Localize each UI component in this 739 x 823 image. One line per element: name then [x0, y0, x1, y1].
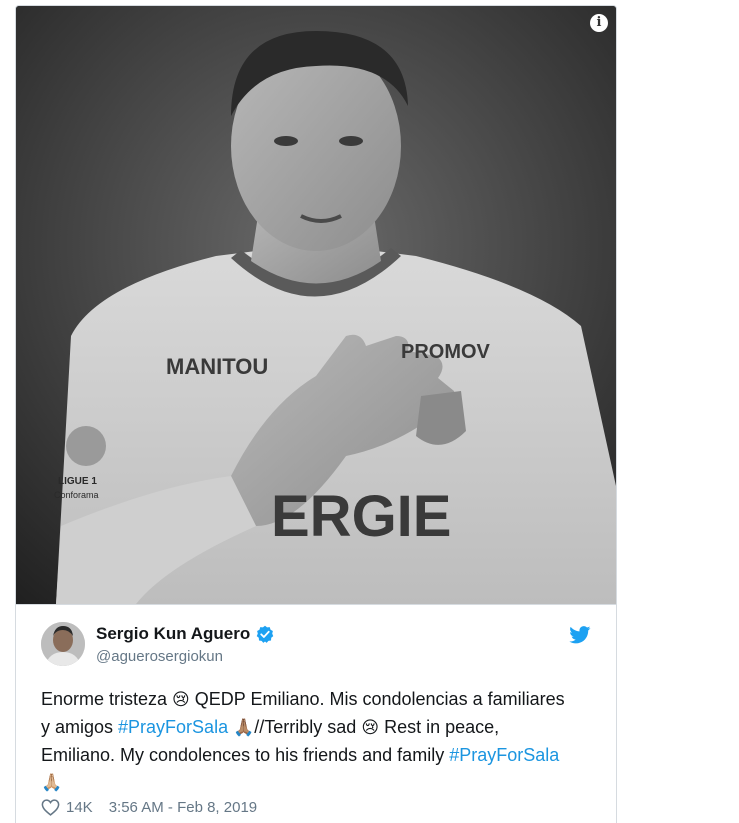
info-icon[interactable]: i	[590, 14, 608, 32]
twitter-bird-icon[interactable]	[569, 626, 591, 644]
tweet-footer: 14K 3:56 AM - Feb 8, 2019	[41, 799, 257, 816]
player-photo-illustration: MANITOU ERGIE PROMOV LIGUE 1 Conforama	[16, 6, 616, 604]
author-name-row[interactable]: Sergio Kun Aguero	[96, 624, 274, 644]
jersey-sponsor-ergie: ERGIE	[271, 484, 452, 549]
jersey-sponsor-manitou: MANITOU	[166, 354, 268, 379]
author-display-name[interactable]: Sergio Kun Aguero	[96, 624, 250, 644]
verified-badge-icon	[257, 625, 274, 643]
folded-hands-icon: 🙏🏼	[41, 773, 63, 793]
folded-hands-icon: 🙏🏽	[233, 718, 255, 738]
tweet-timestamp[interactable]: 3:56 AM - Feb 8, 2019	[109, 799, 257, 816]
tweet-card: MANITOU ERGIE PROMOV LIGUE 1 Conforama i…	[15, 5, 617, 823]
tweet-photo[interactable]: MANITOU ERGIE PROMOV LIGUE 1 Conforama i	[16, 6, 616, 604]
tweet-text: Enorme tristeza 😢 QEDP Emiliano. Mis con…	[41, 686, 571, 797]
club-crest	[416, 391, 466, 445]
tweet-text-part: Enorme tristeza	[41, 689, 173, 709]
author-handle[interactable]: @aguerosergiokun	[96, 648, 223, 665]
conforama-text: Conforama	[54, 490, 99, 500]
like-count[interactable]: 14K	[66, 799, 93, 816]
avatar[interactable]	[41, 622, 85, 666]
jersey-sponsor-promov: PROMOV	[401, 341, 491, 363]
crying-face-icon: 😢	[361, 718, 380, 738]
hashtag-link[interactable]: #PrayForSala	[118, 717, 228, 737]
avatar-image	[41, 622, 85, 666]
ligue1-text: LIGUE 1	[58, 476, 97, 487]
hashtag-link[interactable]: #PrayForSala	[449, 745, 559, 765]
crying-face-icon: 😢	[172, 690, 190, 710]
tweet-text-part: //Terribly sad	[254, 717, 362, 737]
ligue1-badge	[66, 426, 106, 466]
divider	[16, 604, 616, 605]
heart-icon[interactable]	[41, 799, 60, 816]
